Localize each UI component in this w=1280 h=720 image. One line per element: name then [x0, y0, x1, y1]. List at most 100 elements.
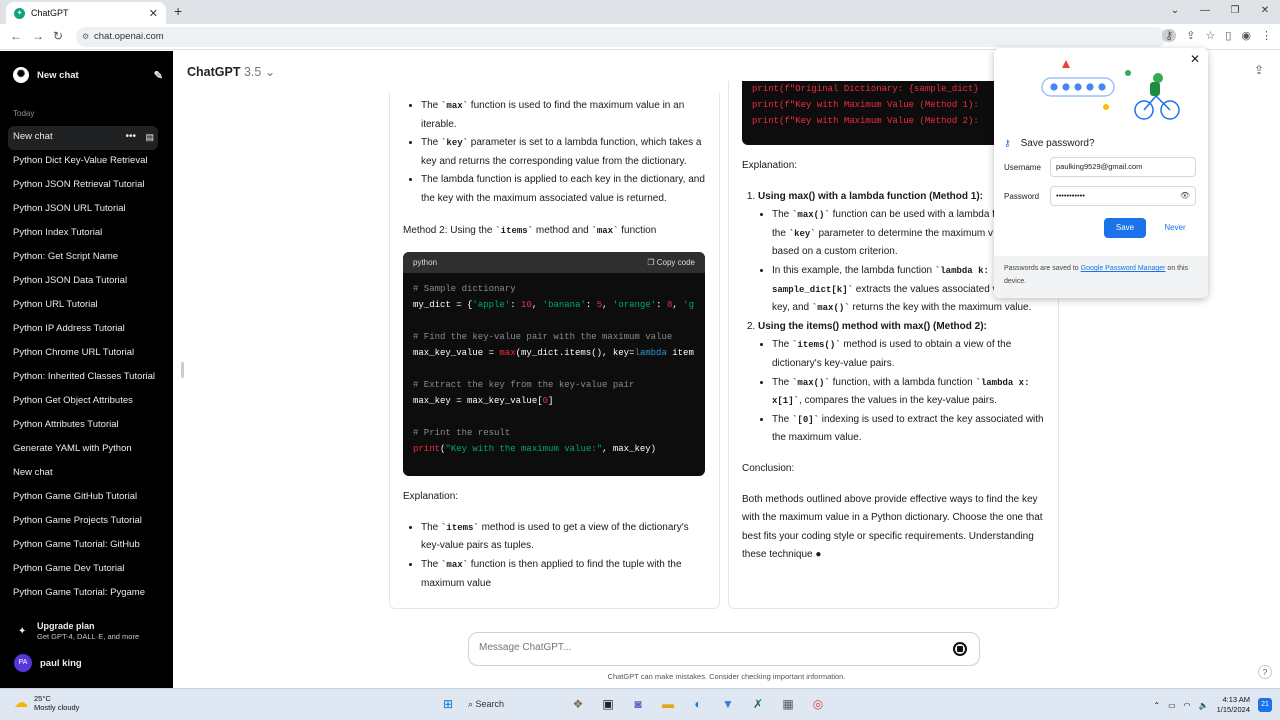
- chat-history-item[interactable]: Python Get Object Attributes: [8, 390, 158, 414]
- never-button[interactable]: Never: [1154, 218, 1196, 238]
- bookmark-star-icon[interactable]: ☆: [1205, 29, 1215, 42]
- forward-icon[interactable]: →: [32, 29, 44, 43]
- task-view-icon[interactable]: ▣: [598, 694, 618, 714]
- chevron-down-icon: ⌄: [264, 65, 276, 79]
- close-tab-icon[interactable]: ✕: [149, 7, 158, 20]
- clock[interactable]: 4:13 AM 1/15/2024: [1217, 695, 1250, 715]
- new-tab-icon[interactable]: +: [174, 3, 182, 19]
- file-explorer-icon[interactable]: ▬: [658, 694, 678, 714]
- vpn-app-icon[interactable]: ▼: [718, 694, 738, 714]
- share-page-icon[interactable]: ⇪: [1186, 29, 1195, 42]
- teams-chat-icon[interactable]: ◙: [628, 694, 648, 714]
- share-icon[interactable]: ⇪: [1254, 63, 1264, 77]
- password-illustration-icon: [1041, 60, 1180, 120]
- user-menu[interactable]: PA paul king: [14, 654, 82, 672]
- chat-title: Python: Inherited Classes Tutorial: [13, 371, 156, 382]
- message-input[interactable]: [479, 642, 929, 653]
- chat-title: Python: Get Script Name: [13, 251, 119, 262]
- help-button[interactable]: ?: [1258, 665, 1272, 679]
- chat-history-item[interactable]: Python Game Tutorial: Pygame: [8, 582, 158, 606]
- close-icon[interactable]: ✕: [1190, 52, 1200, 66]
- chat-history-item[interactable]: Python Chrome URL Tutorial: [8, 342, 158, 366]
- profile-icon[interactable]: ◉: [1241, 29, 1251, 42]
- back-icon[interactable]: ←: [10, 29, 22, 43]
- side-panel-icon[interactable]: ▯: [1225, 29, 1231, 42]
- taskbar-search[interactable]: ⌕ Search: [468, 693, 558, 715]
- compose-icon[interactable]: ✎: [154, 69, 163, 82]
- copilot-widget-icon[interactable]: ❖: [568, 694, 588, 714]
- url-field[interactable]: ⚙ chat.openai.com: [76, 27, 1166, 47]
- code-content[interactable]: # Sample dictionary my_dict = {'apple': …: [403, 273, 705, 465]
- weather-condition: Mostly cloudy: [34, 703, 80, 712]
- show-hidden-icons-icon[interactable]: ⌃: [1153, 701, 1160, 710]
- chat-history-item[interactable]: New chat ••• ▤: [8, 126, 158, 150]
- browser-tab[interactable]: ✦ ChatGPT ✕: [6, 2, 166, 24]
- chat-history-item[interactable]: Python: Get Script Name: [8, 246, 158, 270]
- site-info-icon[interactable]: ⚙: [82, 27, 89, 47]
- wifi-icon[interactable]: ◠: [1184, 701, 1191, 710]
- chrome-browser-icon[interactable]: ◎: [808, 694, 828, 714]
- maximize-icon[interactable]: ❐: [1220, 0, 1250, 24]
- chat-history-item[interactable]: Python Index Tutorial: [8, 222, 158, 246]
- remote-desktop-icon[interactable]: ▦: [778, 694, 798, 714]
- chat-history-item[interactable]: New chat: [8, 462, 158, 486]
- chat-history-item[interactable]: Python JSON Retrieval Tutorial: [8, 174, 158, 198]
- more-options-icon[interactable]: •••: [125, 126, 136, 148]
- password-field[interactable]: ••••••••••• 👁: [1050, 186, 1196, 206]
- chat-history-item[interactable]: Python: Inherited Classes Tutorial: [8, 366, 158, 390]
- chat-history-item[interactable]: Python Game Dev Tutorial: [8, 558, 158, 582]
- minimize-icon[interactable]: —: [1190, 0, 1220, 24]
- upgrade-plan-button[interactable]: ✦ Upgrade plan Get GPT-4, DALL·E, and mo…: [18, 621, 139, 641]
- chat-history-item[interactable]: Python Game Tutorial: GitHub: [8, 534, 158, 558]
- list-item: The lambda function is applied to each k…: [421, 171, 705, 208]
- clock-time: 4:13 AM: [1222, 695, 1250, 704]
- chat-title: Python JSON Data Tutorial: [13, 275, 128, 286]
- model-selector[interactable]: ChatGPT 3.5 ⌄: [187, 64, 275, 79]
- show-password-eye-icon[interactable]: 👁: [1180, 187, 1190, 205]
- edge-browser-icon[interactable]: ◐: [688, 694, 708, 714]
- menu-kebab-icon[interactable]: ⋮: [1261, 29, 1272, 42]
- list-item: The `max()` function, with a lambda func…: [772, 374, 1045, 411]
- chat-history-item[interactable]: Python JSON Data Tutorial: [8, 270, 158, 294]
- chat-history-item[interactable]: Python Dict Key-Value Retrieval: [8, 150, 158, 174]
- windows-taskbar: ☁ 25°C Mostly cloudy ⊞ ⌕ Search ❖ ▣ ◙ ▬ …: [0, 688, 1280, 720]
- chat-history-item[interactable]: Python URL Tutorial: [8, 294, 158, 318]
- tab-search-icon[interactable]: ⌄: [1160, 0, 1190, 24]
- tab-title: ChatGPT: [31, 8, 69, 18]
- archive-icon[interactable]: ▤: [145, 126, 154, 148]
- chat-history-item[interactable]: Python Game GitHub Tutorial: [8, 486, 158, 510]
- weather-widget[interactable]: ☁ 25°C Mostly cloudy: [14, 694, 79, 712]
- url-text: chat.openai.com: [94, 31, 164, 42]
- monitor-icon[interactable]: ▭: [1168, 701, 1176, 710]
- username-field[interactable]: paulking9529@gmail.com: [1050, 157, 1196, 177]
- close-window-icon[interactable]: ✕: [1250, 0, 1280, 24]
- save-button[interactable]: Save: [1104, 218, 1146, 238]
- code-block: python ❐ Copy code # Sample dictionary m…: [403, 252, 705, 477]
- volume-icon[interactable]: 🔈: [1199, 701, 1209, 710]
- chat-history-item[interactable]: Generate YAML with Python: [8, 438, 158, 462]
- list-item: Using the items() method with max() (Met…: [758, 318, 1045, 448]
- notification-badge[interactable]: 21: [1258, 698, 1272, 712]
- sidebar-toggle-handle[interactable]: [181, 362, 184, 378]
- chat-history-item[interactable]: Python JSON URL Tutorial: [8, 198, 158, 222]
- chat-title: Python URL Tutorial: [13, 299, 98, 310]
- stop-generating-button[interactable]: [953, 642, 967, 656]
- code-content[interactable]: print(f"Original Dictionary: {sample_dic…: [742, 81, 1012, 137]
- section-label-today: Today: [13, 109, 35, 118]
- reload-icon[interactable]: ↻: [53, 29, 63, 43]
- chat-title: Python IP Address Tutorial: [13, 323, 125, 334]
- chat-history-item[interactable]: Python Game Projects Tutorial: [8, 510, 158, 534]
- list-item: The `[0]` indexing is used to extract th…: [772, 411, 1045, 448]
- new-chat-button[interactable]: ✺ New chat ✎: [13, 67, 163, 83]
- password-manager-link[interactable]: Google Password Manager: [1081, 265, 1166, 272]
- list-item: The `items` method is used to get a view…: [421, 519, 705, 556]
- chat-history-item[interactable]: Python IP Address Tutorial: [8, 318, 158, 342]
- list-item: The `max` function is used to find the m…: [421, 97, 705, 134]
- chat-history-item[interactable]: Python Attributes Tutorial: [8, 414, 158, 438]
- excel-icon[interactable]: ✗: [748, 694, 768, 714]
- windows-start-icon[interactable]: ⊞: [438, 694, 458, 714]
- copy-code-button[interactable]: ❐ Copy code: [647, 252, 695, 273]
- chat-title: Python Game Tutorial: Pygame: [13, 587, 146, 598]
- chat-title: Python Index Tutorial: [13, 227, 103, 238]
- password-key-icon[interactable]: ⚷: [1162, 29, 1177, 42]
